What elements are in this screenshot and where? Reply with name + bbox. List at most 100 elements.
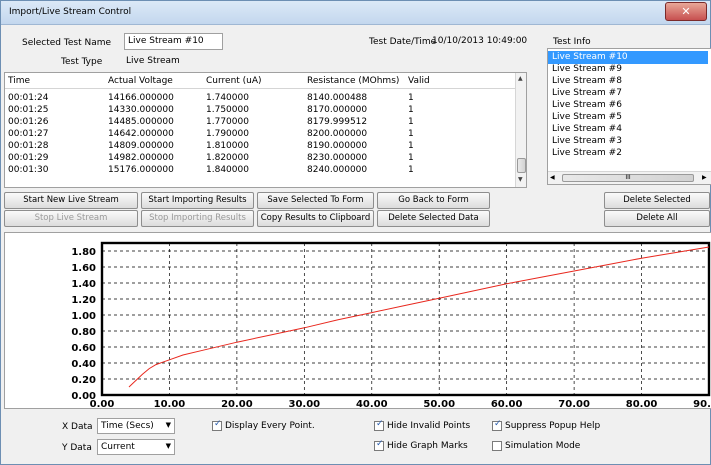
column-header-valid[interactable]: Valid <box>408 76 430 86</box>
simulation-mode-checkbox[interactable] <box>492 441 502 451</box>
y-tick-label: 1.00 <box>71 311 96 322</box>
x-tick-label: 10.00 <box>154 399 186 408</box>
table-vertical-scrollbar[interactable]: ▲ ▼ <box>515 73 526 187</box>
table-cell[interactable]: 1.810000 <box>206 141 249 151</box>
table-cell[interactable]: 1 <box>408 153 414 163</box>
title-bar[interactable]: Import/Live Stream Control ✕ <box>1 1 710 25</box>
table-scroll-thumb[interactable] <box>517 158 526 173</box>
table-cell[interactable]: 8200.000000 <box>307 129 367 139</box>
table-cell[interactable]: 14982.000000 <box>108 153 174 163</box>
chevron-down-icon: ▼ <box>165 442 171 450</box>
x-tick-label: 20.00 <box>221 399 253 408</box>
table-cell[interactable]: 1.770000 <box>206 117 249 127</box>
table-cell[interactable]: 1 <box>408 165 414 175</box>
table-cell[interactable]: 1.820000 <box>206 153 249 163</box>
x-tick-label: 30.00 <box>289 399 321 408</box>
delete-all-button[interactable]: Delete All <box>604 210 710 227</box>
y-data-select[interactable]: Current ▼ <box>97 439 175 455</box>
table-cell[interactable]: 00:01:27 <box>8 129 48 139</box>
test-info-header: Test Info <box>553 37 591 47</box>
x-tick-label: 40.00 <box>356 399 388 408</box>
y-tick-label: 1.80 <box>71 247 96 258</box>
simulation-mode-label: Simulation Mode <box>505 441 581 451</box>
table-cell[interactable]: 8170.000000 <box>307 105 367 115</box>
hide-graph-marks-label: Hide Graph Marks <box>387 441 468 451</box>
selected-test-name-label: Selected Test Name <box>22 38 112 48</box>
table-cell[interactable]: 8230.000000 <box>307 153 367 163</box>
scroll-down-icon[interactable]: ▼ <box>518 176 523 183</box>
y-tick-label: 1.40 <box>71 279 96 290</box>
delete-selected-data-button[interactable]: Delete Selected Data <box>377 210 490 227</box>
table-cell[interactable]: 00:01:25 <box>8 105 48 115</box>
start-new-live-stream-button[interactable]: Start New Live Stream <box>4 192 138 209</box>
table-cell[interactable]: 1 <box>408 129 414 139</box>
table-cell[interactable]: 14166.000000 <box>108 93 174 103</box>
delete-selected-button[interactable]: Delete Selected <box>604 192 710 209</box>
x-tick-label: 80.00 <box>626 399 658 408</box>
table-cell[interactable]: 00:01:28 <box>8 141 48 151</box>
column-header-time[interactable]: Time <box>8 76 30 86</box>
table-cell[interactable]: 1.740000 <box>206 93 249 103</box>
table-cell[interactable]: 1.790000 <box>206 129 249 139</box>
table-cell[interactable]: 00:01:24 <box>8 93 48 103</box>
hide-invalid-points-checkbox[interactable] <box>374 419 384 431</box>
test-info-scroll-thumb[interactable]: III <box>562 174 694 182</box>
y-tick-label: 0.40 <box>71 359 96 370</box>
hide-invalid-points-label: Hide Invalid Points <box>387 421 471 431</box>
start-importing-results-button[interactable]: Start Importing Results <box>141 192 254 209</box>
stop-live-stream-button[interactable]: Stop Live Stream <box>4 210 138 227</box>
plot-frame <box>100 241 711 397</box>
table-cell[interactable]: 1 <box>408 117 414 127</box>
table-cell[interactable]: 8140.000488 <box>307 93 367 103</box>
results-table[interactable]: Time Actual Voltage Current (uA) Resista… <box>4 72 527 188</box>
table-cell[interactable]: 1 <box>408 93 414 103</box>
test-type-value: Live Stream <box>126 56 180 66</box>
y-tick-label: 1.60 <box>71 263 96 274</box>
test-info-item[interactable]: Live Stream #2 <box>548 147 708 160</box>
table-cell[interactable]: 8190.000000 <box>307 141 367 151</box>
test-info-horizontal-scrollbar[interactable]: ◀ III ▶ <box>548 171 711 184</box>
test-info-list[interactable]: Live Stream #10 Live Stream #9 Live Stream… <box>547 48 711 185</box>
table-cell[interactable]: 1.840000 <box>206 165 249 175</box>
table-cell[interactable]: 1 <box>408 141 414 151</box>
display-every-point-checkbox[interactable] <box>212 419 222 431</box>
table-cell[interactable]: 1.750000 <box>206 105 249 115</box>
hide-graph-marks-checkbox[interactable] <box>374 439 384 451</box>
column-header-current[interactable]: Current (uA) <box>206 76 262 86</box>
close-button[interactable]: ✕ <box>665 2 707 21</box>
x-tick-label: 90.00 <box>693 399 711 408</box>
table-cell[interactable]: 1 <box>408 105 414 115</box>
copy-results-to-clipboard-button[interactable]: Copy Results to Clipboard <box>257 210 374 227</box>
y-tick-label: 1.20 <box>71 295 96 306</box>
table-cell[interactable]: 14642.000000 <box>108 129 174 139</box>
scroll-right-icon[interactable]: ▶ <box>702 174 707 181</box>
window-title: Import/Live Stream Control <box>9 7 132 17</box>
scroll-up-icon[interactable]: ▲ <box>518 75 523 82</box>
save-selected-to-form-button[interactable]: Save Selected To Form <box>257 192 374 209</box>
table-cell[interactable]: 14809.000000 <box>108 141 174 151</box>
table-cell[interactable]: 14330.000000 <box>108 105 174 115</box>
table-cell[interactable]: 8240.000000 <box>307 165 367 175</box>
x-tick-label: 50.00 <box>423 399 455 408</box>
stop-importing-results-button[interactable]: Stop Importing Results <box>141 210 254 227</box>
table-cell[interactable]: 8179.999512 <box>307 117 367 127</box>
selected-test-name-field[interactable]: Live Stream #10 <box>124 33 223 50</box>
suppress-popup-help-label: Suppress Popup Help <box>505 421 601 431</box>
table-cell[interactable]: 14485.000000 <box>108 117 174 127</box>
scroll-left-icon[interactable]: ◀ <box>550 174 555 181</box>
suppress-popup-help-checkbox[interactable] <box>492 419 502 431</box>
table-cell[interactable]: 00:01:30 <box>8 165 48 175</box>
chart-panel: 0.00 10.00 20.00 30.00 40.00 50.00 60.00 70.00 8… <box>4 232 711 410</box>
column-header-actual-voltage[interactable]: Actual Voltage <box>108 76 173 86</box>
chevron-down-icon: ▼ <box>165 421 171 429</box>
table-cell[interactable]: 00:01:26 <box>8 117 48 127</box>
go-back-to-form-button[interactable]: Go Back to Form <box>377 192 490 209</box>
test-datetime-label: Test Date/Time <box>369 37 437 47</box>
table-cell[interactable]: 15176.000000 <box>108 165 174 175</box>
y-tick-label: 0.00 <box>71 391 96 402</box>
y-tick-label: 0.20 <box>71 375 96 386</box>
column-header-resistance[interactable]: Resistance (MOhms) <box>307 76 399 86</box>
table-cell[interactable]: 00:01:29 <box>8 153 48 163</box>
x-data-select[interactable]: Time (Secs) ▼ <box>97 418 175 434</box>
table-header: Time Actual Voltage Current (uA) Resista… <box>5 73 515 89</box>
